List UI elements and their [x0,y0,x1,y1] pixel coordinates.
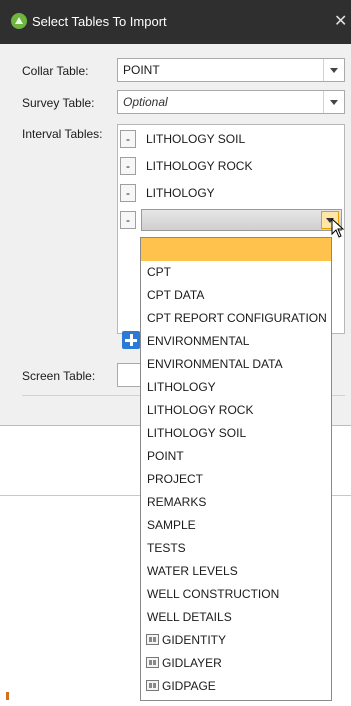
close-icon[interactable]: ✕ [334,11,347,31]
dialog-title: Select Tables To Import [32,14,167,29]
dropdown-item[interactable]: GIDPAGE [141,675,331,698]
dropdown-item[interactable]: CPT [141,261,331,284]
dropdown-item-label: CPT [147,265,171,279]
dropdown-item-label: TESTS [147,541,186,555]
chevron-down-icon[interactable] [323,59,344,81]
remove-row-button[interactable]: - [120,211,136,229]
dropdown-item-label: LITHOLOGY [147,380,216,394]
chevron-down-icon[interactable] [323,91,344,113]
dropdown-item-label: ENVIRONMENTAL DATA [147,357,283,371]
table-grid-icon [146,680,159,691]
dropdown-item[interactable]: CPT DATA [141,284,331,307]
remove-row-button[interactable]: - [120,184,136,202]
dropdown-item[interactable]: LITHOLOGY SOIL [141,422,331,445]
collar-table-value: POINT [123,63,160,77]
collar-table-label: Collar Table: [22,64,89,78]
background-marker [6,692,9,700]
interval-table-select[interactable] [141,209,342,231]
dropdown-item[interactable]: ENVIRONMENTAL [141,330,331,353]
mouse-cursor-icon [331,218,345,238]
dropdown-item[interactable]: WELL CONSTRUCTION [141,583,331,606]
interval-table-dropdown: CPT CPT DATA CPT REPORT CONFIGURATION EN… [140,237,332,701]
collar-table-select[interactable]: POINT [117,58,345,82]
table-grid-icon [146,634,159,645]
dropdown-item[interactable]: WATER LEVELS [141,560,331,583]
survey-table-label: Survey Table: [22,96,95,110]
dropdown-item[interactable]: PROJECT [141,468,331,491]
dropdown-item-label: PROJECT [147,472,204,486]
dropdown-item-label: CPT REPORT CONFIGURATION [147,311,327,325]
interval-row-active: - [120,209,342,231]
dropdown-item-label: ENVIRONMENTAL [147,334,250,348]
remove-row-button[interactable]: - [120,130,136,148]
dropdown-item[interactable]: GIDENTITY [141,629,331,652]
app-logo-icon [11,13,27,29]
dropdown-item[interactable]: TESTS [141,537,331,560]
dropdown-item-label: SAMPLE [147,518,196,532]
dropdown-item-label: CPT DATA [147,288,205,302]
dropdown-item[interactable]: ENVIRONMENTAL DATA [141,353,331,376]
interval-tables-label: Interval Tables: [22,127,103,141]
dropdown-item-label: WELL DETAILS [147,610,232,624]
table-grid-icon [146,657,159,668]
dropdown-item[interactable]: SAMPLE [141,514,331,537]
dropdown-item[interactable]: WELL DETAILS [141,606,331,629]
dropdown-item[interactable] [141,238,331,261]
dropdown-item[interactable]: LITHOLOGY [141,376,331,399]
dropdown-item[interactable]: LITHOLOGY ROCK [141,399,331,422]
interval-row: - LITHOLOGY [120,182,342,204]
dropdown-item-label: LITHOLOGY ROCK [147,403,254,417]
interval-row: - LITHOLOGY SOIL [120,128,342,150]
dropdown-item[interactable]: REMARKS [141,491,331,514]
dropdown-item-label: GIDPAGE [162,679,216,693]
remove-row-button[interactable]: - [120,157,136,175]
interval-table-name: LITHOLOGY SOIL [146,132,246,146]
dialog-titlebar: Select Tables To Import ✕ [0,0,351,44]
survey-table-placeholder: Optional [123,95,168,109]
dropdown-item-label: REMARKS [147,495,207,509]
dropdown-item-label: LITHOLOGY SOIL [147,426,247,440]
add-interval-table-button[interactable] [122,331,140,349]
dropdown-item-label: GIDENTITY [162,633,227,647]
dropdown-item[interactable]: GIDLAYER [141,652,331,675]
dropdown-item-label: WATER LEVELS [147,564,238,578]
dropdown-item-label: GIDLAYER [162,656,222,670]
interval-table-name: LITHOLOGY [146,186,215,200]
dropdown-item[interactable]: POINT [141,445,331,468]
dropdown-item-label: POINT [147,449,184,463]
dropdown-item-label: WELL CONSTRUCTION [147,587,280,601]
screen-table-label: Screen Table: [22,369,96,383]
survey-table-select[interactable]: Optional [117,90,345,114]
dropdown-item[interactable]: CPT REPORT CONFIGURATION [141,307,331,330]
interval-row: - LITHOLOGY ROCK [120,155,342,177]
interval-table-name: LITHOLOGY ROCK [146,159,253,173]
